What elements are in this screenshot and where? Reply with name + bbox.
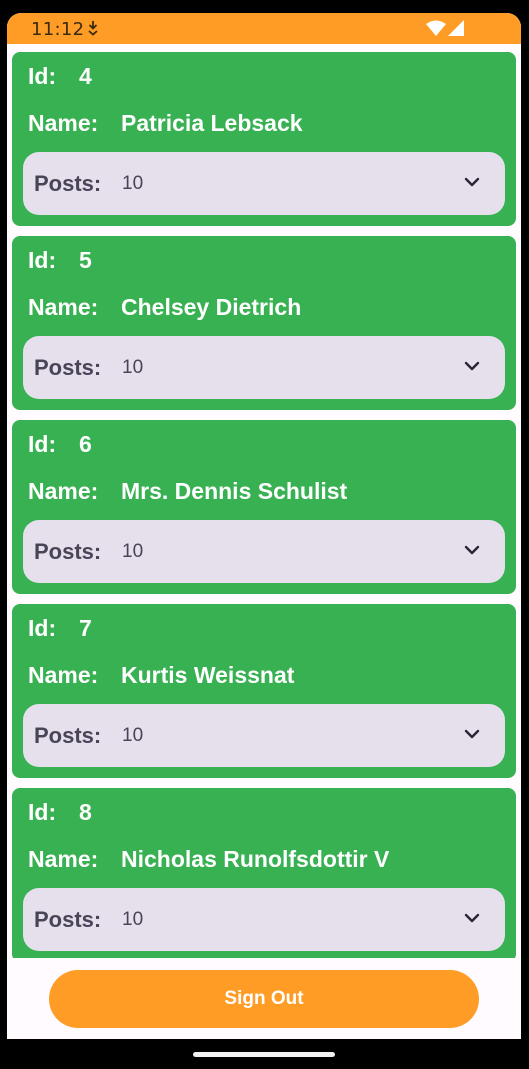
- posts-label: Posts:: [34, 907, 102, 932]
- posts-value: 10: [122, 173, 144, 194]
- user-name: Nicholas Runolfsdottir V: [121, 846, 390, 872]
- user-id: 8: [79, 799, 92, 825]
- user-card: Id: 8 Name: Nicholas Runolfsdottir V Posts: 1…: [12, 788, 516, 958]
- chevron-down-icon: [464, 913, 480, 923]
- user-card: Id: 6 Name: Mrs. Dennis Schulist Posts: 10: [12, 420, 516, 594]
- user-name: Kurtis Weissnat: [121, 662, 295, 688]
- signal-icon: [448, 20, 464, 36]
- app-screen: 11:12 Id: 4 Name: Patricia Lebsack Posts: 10 I…: [7, 13, 521, 1039]
- user-card: Id: 5 Name: Chelsey Dietrich Posts: 10: [12, 236, 516, 410]
- chevron-down-icon: [464, 545, 480, 555]
- name-label: Name:: [28, 662, 99, 688]
- chevron-down-icon: [464, 177, 480, 187]
- home-indicator[interactable]: [193, 1052, 335, 1057]
- user-card: Id: 7 Name: Kurtis Weissnat Posts: 10: [12, 604, 516, 778]
- name-label: Name:: [28, 478, 99, 504]
- name-label: Name:: [28, 294, 99, 320]
- chevron-down-icon: [464, 729, 480, 739]
- id-label: Id:: [28, 799, 57, 825]
- user-id: 4: [79, 63, 92, 89]
- posts-value: 10: [122, 725, 144, 746]
- download-icon: [88, 21, 98, 36]
- user-card: Id: 4 Name: Patricia Lebsack Posts: 10: [12, 52, 516, 226]
- posts-label: Posts:: [34, 539, 102, 564]
- posts-dropdown[interactable]: Posts: 10: [23, 152, 505, 215]
- bottom-bar: Sign Out: [7, 958, 521, 1039]
- posts-dropdown[interactable]: Posts: 10: [23, 704, 505, 767]
- id-label: Id:: [28, 63, 57, 89]
- id-label: Id:: [28, 247, 57, 273]
- posts-label: Posts:: [34, 171, 102, 196]
- posts-value: 10: [122, 909, 144, 930]
- id-label: Id:: [28, 431, 57, 457]
- posts-dropdown[interactable]: Posts: 10: [23, 520, 505, 583]
- posts-value: 10: [122, 541, 144, 562]
- posts-dropdown[interactable]: Posts: 10: [23, 888, 505, 951]
- status-time: 11:12: [31, 19, 85, 40]
- user-name: Mrs. Dennis Schulist: [121, 478, 348, 504]
- user-name: Chelsey Dietrich: [121, 294, 302, 320]
- name-label: Name:: [28, 110, 99, 136]
- user-name: Patricia Lebsack: [121, 110, 303, 136]
- user-id: 5: [79, 247, 92, 273]
- wifi-icon: [426, 20, 446, 36]
- status-bar: 11:12: [7, 13, 521, 44]
- posts-dropdown[interactable]: Posts: 10: [23, 336, 505, 399]
- user-id: 7: [79, 615, 92, 641]
- user-list[interactable]: Id: 4 Name: Patricia Lebsack Posts: 10 Id: 5 Nam…: [7, 44, 521, 958]
- name-label: Name:: [28, 846, 99, 872]
- chevron-down-icon: [464, 361, 480, 371]
- user-id: 6: [79, 431, 92, 457]
- sign-out-button[interactable]: Sign Out: [49, 970, 479, 1028]
- posts-label: Posts:: [34, 355, 102, 380]
- posts-value: 10: [122, 357, 144, 378]
- posts-label: Posts:: [34, 723, 102, 748]
- id-label: Id:: [28, 615, 57, 641]
